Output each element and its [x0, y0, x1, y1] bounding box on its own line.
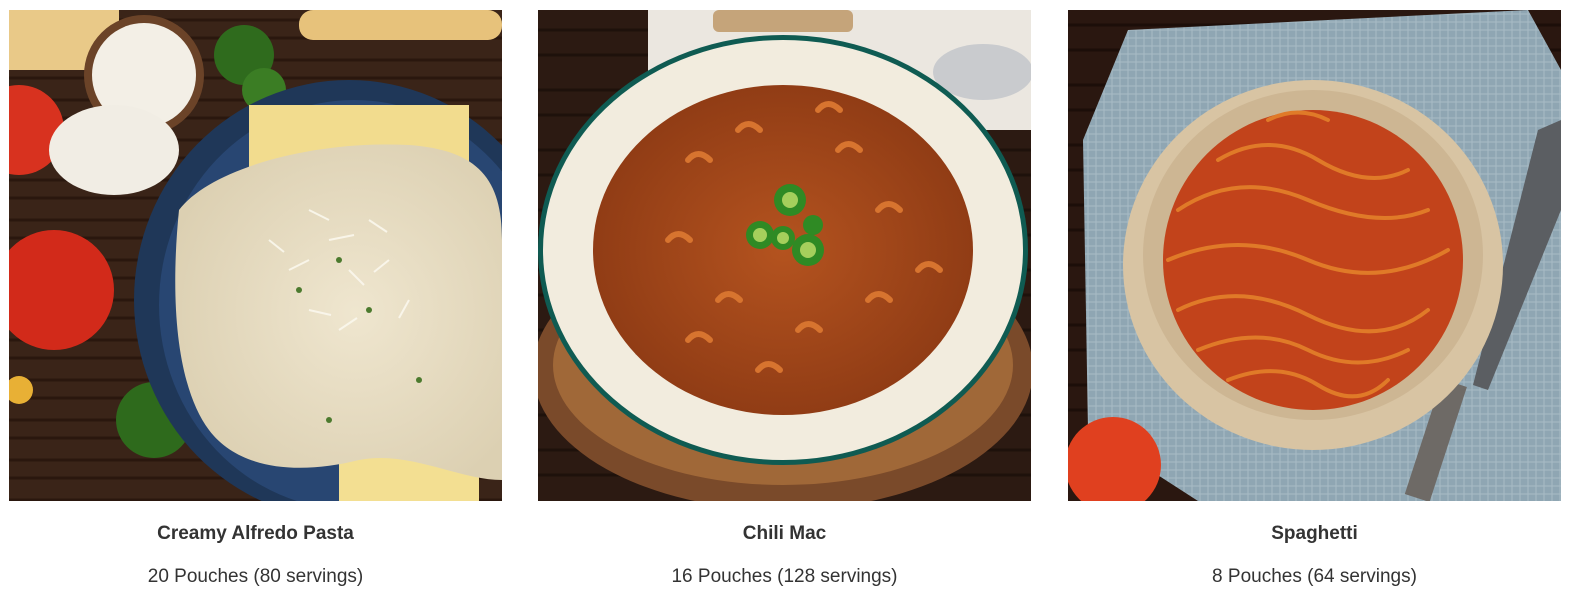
product-servings: 16 Pouches (128 servings) — [671, 566, 898, 587]
product-title[interactable]: Chili Mac — [538, 523, 1031, 545]
product-card: Spaghetti 8 Pouches (64 servings) — [1068, 10, 1561, 598]
product-card: Creamy Alfredo Pasta 20 Pouches (80 serv… — [9, 10, 502, 598]
product-servings: 20 Pouches (80 servings) — [147, 566, 364, 587]
product-title[interactable]: Creamy Alfredo Pasta — [9, 523, 502, 545]
spaghetti-photo[interactable] — [1068, 10, 1561, 501]
product-servings: 8 Pouches (64 servings) — [1212, 566, 1417, 587]
product-grid: Creamy Alfredo Pasta 20 Pouches (80 serv… — [0, 0, 1582, 598]
chili-mac-photo[interactable] — [538, 10, 1031, 501]
product-title[interactable]: Spaghetti — [1068, 523, 1561, 545]
creamy-alfredo-pasta-photo[interactable] — [9, 10, 502, 501]
product-card: Chili Mac 16 Pouches (128 servings) — [538, 10, 1031, 598]
